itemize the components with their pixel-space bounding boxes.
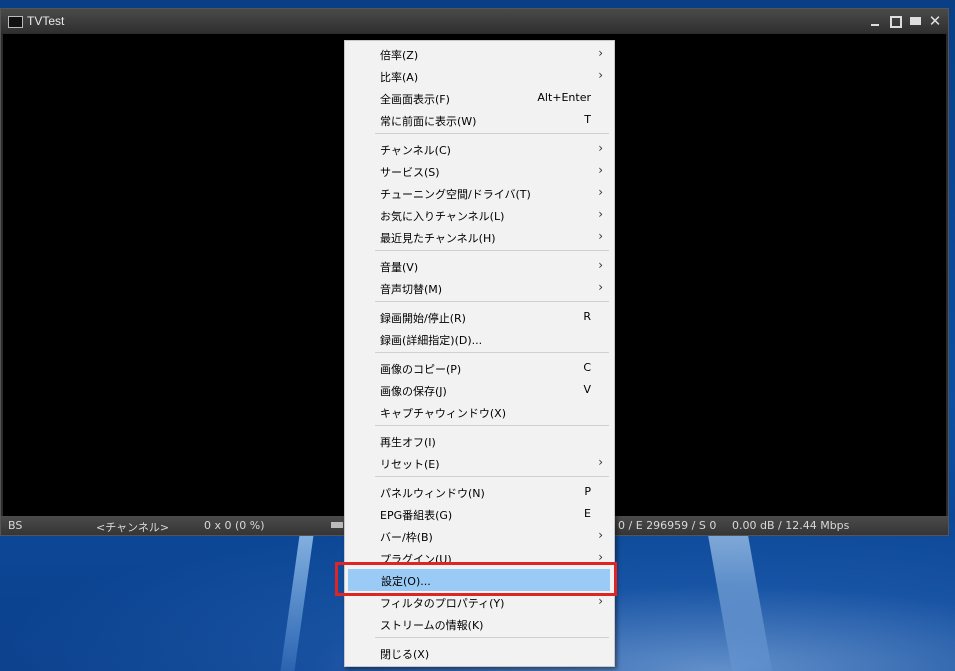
menu-item[interactable]: 画像のコピー(P) C (347, 357, 611, 379)
menu-item-label: 音声切替(M) (380, 283, 443, 296)
menu-item-shortcut: T (584, 113, 591, 126)
menu-item-label: 比率(A) (380, 71, 419, 84)
menu-item[interactable]: 全画面表示(F) Alt+Enter (347, 87, 611, 109)
menu-item-label: キャプチャウィンドウ(X) (380, 407, 507, 420)
menu-item[interactable]: 常に前面に表示(W) T (347, 109, 611, 131)
menu-item-label: チューニング空間/ドライバ(T) (380, 188, 531, 201)
annotation-highlight-box (335, 562, 617, 596)
menu-item-label: 閉じる(X) (380, 648, 430, 661)
menu-item[interactable]: バー/枠(B) › (347, 525, 611, 547)
menu-item[interactable]: サービス(S) › (347, 160, 611, 182)
submenu-arrow-icon: › (598, 455, 603, 469)
menu-item-shortcut: R (583, 310, 591, 323)
app-icon[interactable] (8, 16, 23, 28)
menu-item-label: フィルタのプロパティ(Y) (380, 597, 505, 610)
menu-item-shortcut: E (584, 507, 591, 520)
menu-item-label: 録画(詳細指定)(D)... (380, 334, 483, 347)
menu-item[interactable]: キャプチャウィンドウ(X) (347, 401, 611, 423)
status-resolution[interactable]: 0 x 0 (0 %) (204, 519, 265, 532)
menu-item-label: パネルウィンドウ(N) (380, 487, 485, 500)
menu-item-label: EPG番組表(G) (380, 509, 453, 522)
menu-item[interactable]: 音量(V) › (347, 255, 611, 277)
submenu-arrow-icon: › (598, 528, 603, 542)
close-icon[interactable]: ✕ (927, 13, 943, 29)
submenu-arrow-icon: › (598, 594, 603, 608)
menu-item[interactable]: 倍率(Z) › (347, 43, 611, 65)
menu-separator (375, 637, 609, 638)
menu-item[interactable]: 音声切替(M) › (347, 277, 611, 299)
menu-item-label: 音量(V) (380, 261, 419, 274)
submenu-arrow-icon: › (598, 229, 603, 243)
minimize-icon[interactable] (867, 13, 883, 29)
menu-item[interactable]: 再生オフ(I) (347, 430, 611, 452)
title-bar[interactable]: TVTest ✕ (1, 9, 948, 33)
status-signal[interactable]: 0 / E 296959 / S 0 (618, 519, 716, 532)
menu-item-label: バー/枠(B) (380, 531, 433, 544)
menu-item-shortcut: P (584, 485, 591, 498)
menu-item[interactable]: チャンネル(C) › (347, 138, 611, 160)
fullscreen-icon[interactable] (907, 13, 923, 29)
menu-item[interactable]: 録画(詳細指定)(D)... (347, 328, 611, 350)
submenu-arrow-icon: › (598, 141, 603, 155)
menu-item-label: ストリームの情報(K) (380, 619, 484, 632)
status-volume-icon[interactable] (331, 522, 343, 528)
menu-item-label: チャンネル(C) (380, 144, 451, 157)
status-bitrate[interactable]: 0.00 dB / 12.44 Mbps (732, 519, 849, 532)
menu-item-label: 最近見たチャンネル(H) (380, 232, 496, 245)
menu-item[interactable]: パネルウィンドウ(N) P (347, 481, 611, 503)
menu-item[interactable]: 比率(A) › (347, 65, 611, 87)
menu-item[interactable]: 画像の保存(J) V (347, 379, 611, 401)
maximize-icon[interactable] (887, 13, 903, 29)
menu-separator (375, 425, 609, 426)
menu-item[interactable]: 録画開始/停止(R) R (347, 306, 611, 328)
menu-item-shortcut: V (583, 383, 591, 396)
submenu-arrow-icon: › (598, 207, 603, 221)
menu-item-label: リセット(E) (380, 458, 440, 471)
menu-item[interactable]: EPG番組表(G) E (347, 503, 611, 525)
submenu-arrow-icon: › (598, 163, 603, 177)
menu-item-label: 常に前面に表示(W) (380, 115, 477, 128)
menu-item-shortcut: C (583, 361, 591, 374)
menu-item[interactable]: ストリームの情報(K) (347, 613, 611, 635)
submenu-arrow-icon: › (598, 280, 603, 294)
menu-item-label: お気に入りチャンネル(L) (380, 210, 505, 223)
menu-item[interactable]: 閉じる(X) (347, 642, 611, 664)
menu-item-label: 再生オフ(I) (380, 436, 436, 449)
submenu-arrow-icon: › (598, 46, 603, 60)
submenu-arrow-icon: › (598, 185, 603, 199)
menu-item-label: 録画開始/停止(R) (380, 312, 466, 325)
menu-item-label: 画像のコピー(P) (380, 363, 462, 376)
menu-item-label: サービス(S) (380, 166, 440, 179)
menu-separator (375, 476, 609, 477)
menu-item[interactable]: 最近見たチャンネル(H) › (347, 226, 611, 248)
menu-item-shortcut: Alt+Enter (537, 91, 591, 104)
menu-separator (375, 301, 609, 302)
menu-separator (375, 133, 609, 134)
submenu-arrow-icon: › (598, 68, 603, 82)
menu-item[interactable]: チューニング空間/ドライバ(T) › (347, 182, 611, 204)
menu-item[interactable]: リセット(E) › (347, 452, 611, 474)
menu-item-label: 倍率(Z) (380, 49, 419, 62)
menu-separator (375, 250, 609, 251)
status-source[interactable]: BS (8, 519, 22, 532)
menu-item-label: 画像の保存(J) (380, 385, 447, 398)
status-channel[interactable]: <チャンネル> (96, 519, 169, 535)
window-title: TVTest (27, 14, 65, 28)
menu-item-label: 全画面表示(F) (380, 93, 450, 106)
menu-item[interactable]: お気に入りチャンネル(L) › (347, 204, 611, 226)
menu-separator (375, 352, 609, 353)
submenu-arrow-icon: › (598, 258, 603, 272)
